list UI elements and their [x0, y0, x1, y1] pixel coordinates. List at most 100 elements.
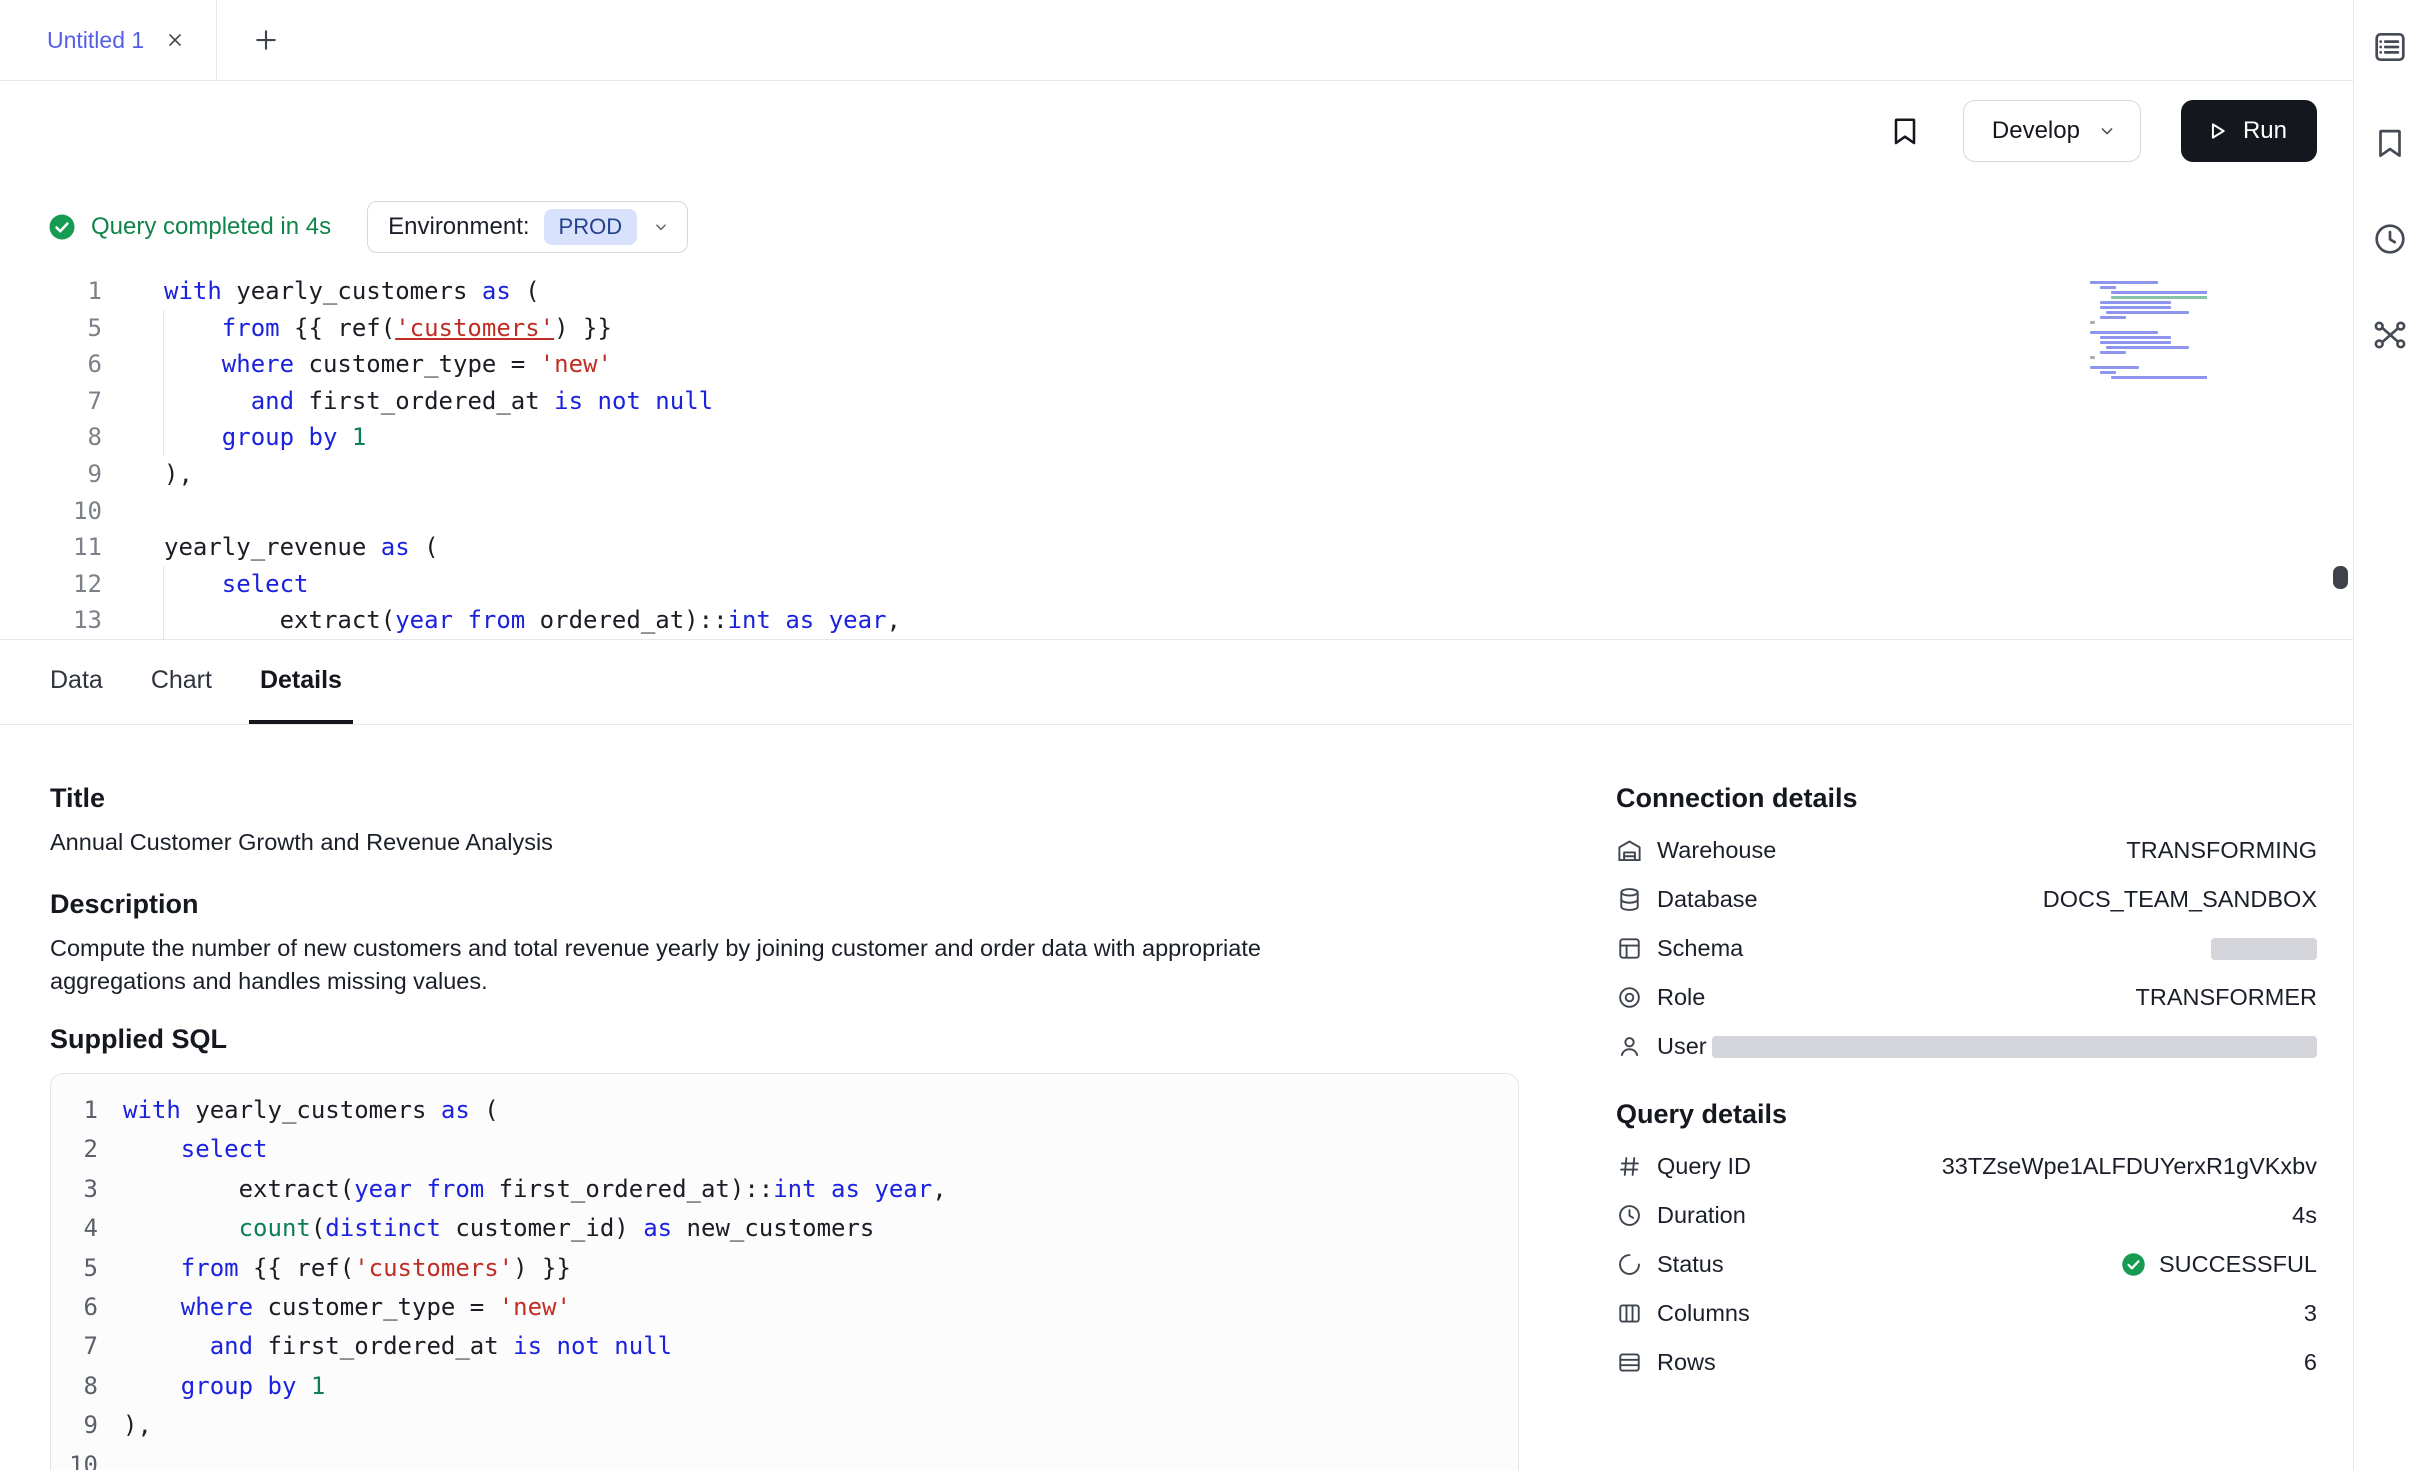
- detail-label: User: [1657, 1033, 1707, 1060]
- role-row: Role TRANSFORMER: [1616, 973, 2317, 1022]
- chevron-down-icon: [2096, 120, 2118, 142]
- close-tab-icon[interactable]: [164, 29, 186, 51]
- editor-code-line: 10: [0, 493, 2353, 530]
- line-number: 12: [0, 566, 102, 603]
- line-number: 9: [51, 1406, 98, 1445]
- database-icon: [1616, 886, 1643, 913]
- tab-chart[interactable]: Chart: [140, 640, 223, 724]
- check-circle-icon: [47, 212, 77, 242]
- detail-label: Rows: [1657, 1349, 1716, 1376]
- line-number: 7: [0, 383, 102, 420]
- editor-code-line: 12 select: [0, 566, 2353, 603]
- line-number: 1: [51, 1091, 98, 1130]
- tab-data[interactable]: Data: [39, 640, 114, 724]
- title-value: Annual Customer Growth and Revenue Analy…: [50, 826, 1520, 859]
- detail-label: Database: [1657, 886, 1758, 913]
- line-number: 10: [0, 493, 102, 530]
- detail-value: SUCCESSFUL: [2120, 1251, 2317, 1278]
- rows-icon: [1616, 1349, 1643, 1376]
- environment-selector[interactable]: Environment: PROD: [367, 201, 688, 253]
- detail-label: Query ID: [1657, 1153, 1751, 1180]
- redacted-value: [2211, 938, 2317, 960]
- query-status-text: Query completed in 4s: [91, 213, 331, 241]
- columns-icon: [1616, 1300, 1643, 1327]
- line-number: 6: [0, 346, 102, 383]
- title-heading: Title: [50, 783, 1520, 814]
- connection-details-heading: Connection details: [1616, 783, 2317, 814]
- detail-value: 3: [2304, 1300, 2317, 1327]
- supplied-sql-line: 1with yearly_customers as (: [51, 1091, 1518, 1130]
- supplied-sql-line: 8 group by 1: [51, 1367, 1518, 1406]
- user-row: User: [1616, 1022, 2317, 1071]
- columns-row: Columns3: [1616, 1289, 2317, 1338]
- detail-value: TRANSFORMER: [2136, 984, 2317, 1011]
- detail-label: Schema: [1657, 935, 1743, 962]
- user-icon: [1616, 1033, 1643, 1060]
- tab-details[interactable]: Details: [249, 640, 353, 724]
- main-area: Untitled 1 Develop Run Query completed i…: [0, 0, 2353, 1470]
- database-row: Database DOCS_TEAM_SANDBOX: [1616, 875, 2317, 924]
- lineage-panel-icon[interactable]: [2371, 316, 2409, 354]
- bookmark-icon[interactable]: [1887, 113, 1923, 149]
- supplied-sql-line: 4 count(distinct customer_id) as new_cus…: [51, 1209, 1518, 1248]
- description-heading: Description: [50, 889, 1520, 920]
- detail-label: Role: [1657, 984, 1705, 1011]
- line-number: 8: [51, 1367, 98, 1406]
- line-number: 2: [51, 1130, 98, 1169]
- line-number: 6: [51, 1288, 98, 1327]
- result-panel-tabs: Data Chart Details: [0, 640, 2353, 725]
- schema-icon: [1616, 935, 1643, 962]
- environment-label: Environment:: [388, 213, 529, 241]
- supplied-sql-line: 3 extract(year from first_ordered_at)::i…: [51, 1170, 1518, 1209]
- hash-icon: [1616, 1153, 1643, 1180]
- line-number: 3: [51, 1170, 98, 1209]
- history-panel-icon[interactable]: [2371, 220, 2409, 258]
- supplied-sql-line: 6 where customer_type = 'new': [51, 1288, 1518, 1327]
- supplied-sql-heading: Supplied SQL: [50, 1024, 1520, 1055]
- line-number: 1: [0, 273, 102, 310]
- chevron-down-icon: [651, 217, 671, 237]
- supplied-sql-line: 7 and first_ordered_at is not null: [51, 1327, 1518, 1366]
- run-button[interactable]: Run: [2181, 100, 2317, 162]
- editor-minimap: [2090, 281, 2207, 385]
- detail-value: DOCS_TEAM_SANDBOX: [2043, 886, 2317, 913]
- editor-code-line: 1with yearly_customers as (: [0, 273, 2353, 310]
- query-details-heading: Query details: [1616, 1099, 2317, 1130]
- right-icon-rail: [2353, 0, 2426, 1470]
- duration-row: Duration 4s: [1616, 1191, 2317, 1240]
- check-circle-icon: [2120, 1251, 2147, 1278]
- details-panel: Title Annual Customer Growth and Revenue…: [0, 725, 2353, 1470]
- line-number: 5: [0, 310, 102, 347]
- tab-label: Untitled 1: [47, 27, 144, 54]
- toolbar: Develop Run: [0, 81, 2353, 181]
- bookmarks-panel-icon[interactable]: [2371, 124, 2409, 162]
- redacted-value: [1712, 1036, 2317, 1058]
- line-number: 13: [0, 602, 102, 639]
- editor-code-line: 8 group by 1: [0, 419, 2353, 456]
- detail-label: Duration: [1657, 1202, 1746, 1229]
- develop-dropdown[interactable]: Develop: [1963, 100, 2141, 162]
- query-id-row: Query ID33TZseWpe1ALFDUYerxR1gVKxbv: [1616, 1142, 2317, 1191]
- line-number: 7: [51, 1327, 98, 1366]
- clock-icon: [1616, 1202, 1643, 1229]
- editor-code-line: 9),: [0, 456, 2353, 493]
- line-number: 4: [51, 1209, 98, 1248]
- detail-label: Warehouse: [1657, 837, 1776, 864]
- rows-row: Rows6: [1616, 1338, 2317, 1387]
- line-number: 8: [0, 419, 102, 456]
- editor-code-line: 13 extract(year from ordered_at)::int as…: [0, 602, 2353, 639]
- description-value: Compute the number of new customers and …: [50, 932, 1395, 998]
- detail-value: 4s: [2292, 1202, 2317, 1229]
- sql-editor[interactable]: 1with yearly_customers as (5 from {{ ref…: [0, 273, 2353, 640]
- new-tab-button[interactable]: [217, 0, 315, 80]
- supplied-sql-line: 5 from {{ ref('customers') }}: [51, 1249, 1518, 1288]
- line-number: 5: [51, 1249, 98, 1288]
- line-number: 10: [51, 1446, 98, 1470]
- supplied-sql-line: 9),: [51, 1406, 1518, 1445]
- role-icon: [1616, 984, 1643, 1011]
- queries-panel-icon[interactable]: [2371, 28, 2409, 66]
- editor-scrollbar[interactable]: [2333, 566, 2348, 589]
- supplied-sql-block: 1with yearly_customers as (2 select3 ext…: [50, 1073, 1519, 1470]
- tab-untitled-1[interactable]: Untitled 1: [0, 0, 217, 80]
- details-right-column: Connection details WarehouseTRANSFORMING…: [1616, 783, 2317, 1470]
